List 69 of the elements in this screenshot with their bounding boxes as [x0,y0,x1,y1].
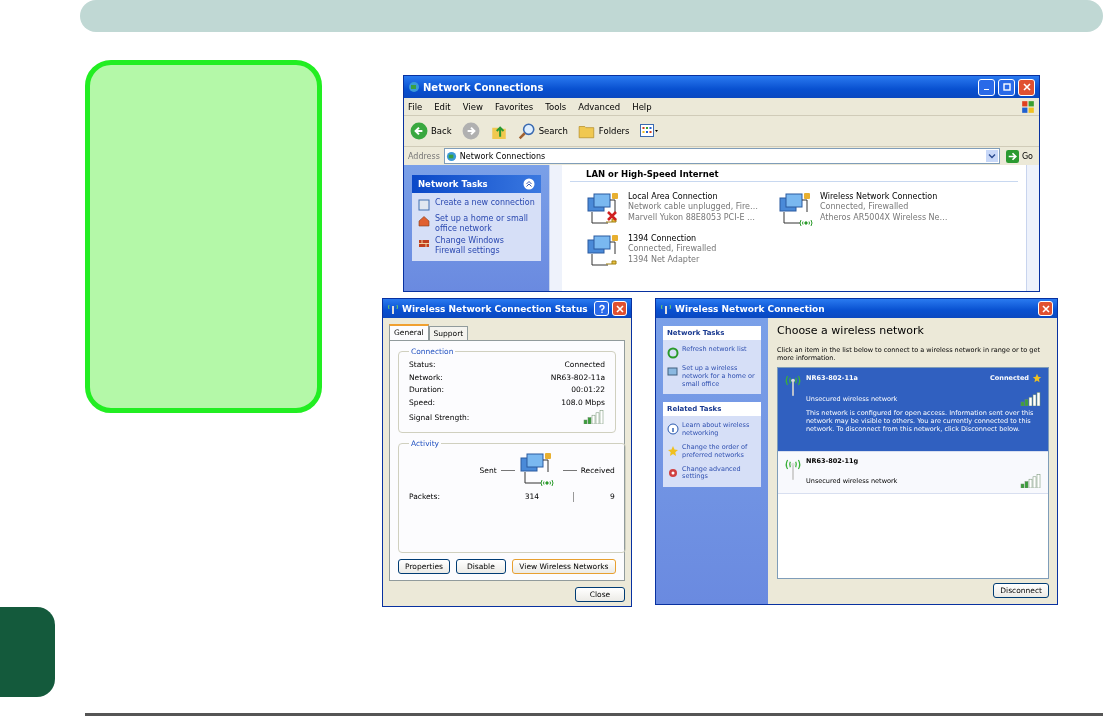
menu-item[interactable]: Tools [545,101,567,112]
close-icon [614,303,625,314]
star-icon [1032,372,1042,383]
search-icon [517,122,536,140]
panel-title: Network Tasks [418,179,488,189]
scrollbar[interactable] [1026,165,1039,291]
signal-strength-icon [583,410,605,424]
back-button[interactable]: Back [408,122,454,140]
menu-item[interactable]: File [408,101,423,112]
minimize-icon [984,88,989,91]
brick-icon [418,237,430,250]
group-heading: LAN or High-Speed Internet [570,169,1018,182]
go-button[interactable]: Go [1003,149,1035,163]
antenna-icon [660,302,672,315]
connection-device: Marvell Yukon 88E8053 PCI-E … [628,212,757,224]
globe-icon [408,81,420,93]
menu-item[interactable]: Advanced [578,101,621,112]
menu-item[interactable]: Help [632,101,652,112]
task-link[interactable]: Set up a home or small office network [435,214,535,234]
house-icon [418,215,430,227]
connection-name[interactable]: 1394 Connection [628,234,717,245]
refresh-icon [667,347,679,359]
connection-name[interactable]: Local Area Connection [628,192,759,203]
computer-icon [667,366,679,378]
connection-device: 1394 Net Adapter [628,254,701,266]
scrollbar[interactable] [549,165,562,291]
minimize-button[interactable] [978,78,995,96]
window-title: Network Connections [423,81,544,93]
close-button[interactable] [612,301,627,316]
help-button[interactable] [594,301,609,316]
close-icon [1021,82,1032,92]
globe-icon [445,150,457,162]
dialog-heading: Choose a wireless network [777,324,925,337]
connection-status: Connected, Firewalled [820,202,910,213]
signal-strength-icon [1020,391,1042,406]
views-icon [639,122,658,140]
search-button[interactable]: Search [515,122,570,140]
menu-item[interactable]: View [462,101,483,112]
close-button[interactable] [1018,78,1035,96]
connection-status: Connected, Firewalled [628,244,717,255]
collapse-icon[interactable] [523,178,535,190]
address-label: Address [408,151,440,161]
maximize-button[interactable] [998,78,1015,96]
menu-item[interactable]: Favorites [494,101,534,112]
maximize-icon [1001,82,1012,92]
antenna-icon [387,302,399,315]
task-link[interactable]: Change Windows Firewall settings [435,236,535,256]
network-item[interactable] [778,367,1048,452]
address-field[interactable]: Network Connections [443,148,1000,164]
info-icon [667,423,679,436]
menu-item[interactable]: Edit [434,101,451,112]
connection-status: Network cable unplugged, Fire… [628,202,759,213]
views-button[interactable] [637,122,660,140]
task-link[interactable]: Create a new connection [435,198,535,208]
connection-name[interactable]: Wireless Network Connection [820,192,948,203]
connection-icon [418,199,430,211]
signal-strength-icon [1020,473,1042,488]
close-button[interactable] [1038,301,1053,316]
star-icon [667,445,679,457]
connection-device: Atheros AR5004X Wireless Ne… [820,212,948,224]
gear-icon [667,466,679,479]
folders-button[interactable]: Folders [575,122,632,140]
go-arrow-icon [1005,149,1019,163]
window-title: Wireless Network Connection [675,303,825,314]
help-icon [596,303,607,314]
windows-logo-icon [1021,99,1035,114]
close-icon [1040,303,1051,314]
dropdown-icon [985,150,998,162]
window-title: Wireless Network Connection Status [402,303,588,314]
